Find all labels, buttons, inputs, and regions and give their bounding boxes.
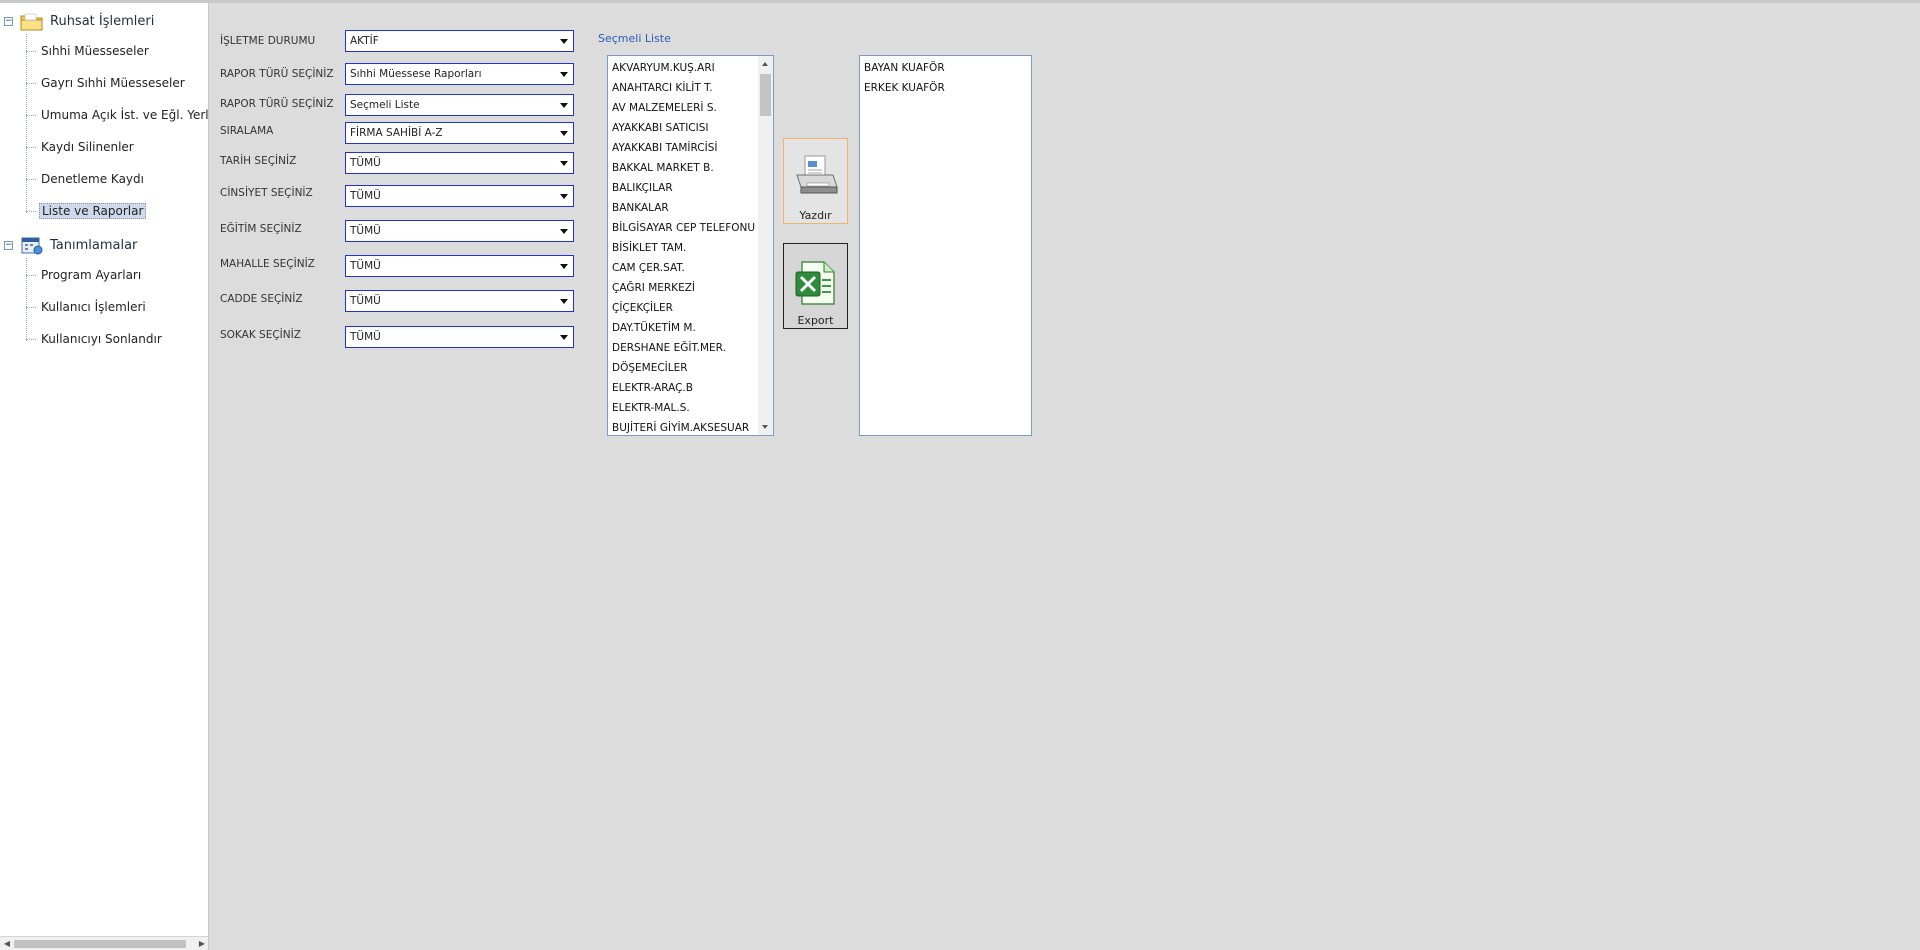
label-isletme-durumu: İŞLETME DURUMU bbox=[220, 35, 316, 47]
calendar-settings-icon bbox=[21, 237, 43, 255]
tree-group-ruhsat[interactable]: − Ruhsat İşlemleri bbox=[0, 9, 208, 35]
printer-icon bbox=[796, 155, 838, 194]
dropdown-arrow-icon[interactable] bbox=[560, 264, 568, 269]
tree-group-label: Tanımlamalar bbox=[50, 238, 138, 253]
tree-item-liste-ve-raporlar[interactable]: Liste ve Raporlar bbox=[26, 201, 208, 221]
list-item[interactable]: DAY.TÜKETİM M. bbox=[608, 318, 773, 338]
dropdown-arrow-icon[interactable] bbox=[560, 335, 568, 340]
dropdown-arrow-icon[interactable] bbox=[560, 39, 568, 44]
selected-items-list[interactable]: BAYAN KUAFÖR ERKEK KUAFÖR bbox=[859, 55, 1032, 436]
list-item[interactable]: AYAKKABI SATICISI bbox=[608, 118, 773, 138]
cinsiyet-select[interactable]: TÜMÜ bbox=[345, 185, 574, 207]
tree-item-kullanici-islemleri[interactable]: Kullanıcı İşlemleri bbox=[26, 297, 208, 317]
list-item[interactable]: BAYAN KUAFÖR bbox=[860, 58, 1031, 78]
tree-group-label: Ruhsat İşlemleri bbox=[50, 14, 155, 29]
list-item[interactable]: BUJİTERİ GİYİM.AKSESUAR bbox=[608, 418, 773, 435]
label-siralama: SIRALAMA bbox=[220, 125, 274, 137]
collapse-toggle[interactable]: − bbox=[4, 17, 13, 26]
scrollbar-thumb[interactable] bbox=[760, 74, 771, 116]
rapor-alt-turu-select[interactable]: Seçmeli Liste bbox=[345, 94, 574, 116]
window-top-border bbox=[0, 0, 1920, 3]
list-item[interactable]: AKVARYUM.KUŞ.ARI bbox=[608, 58, 773, 78]
export-button-label: Export bbox=[797, 314, 834, 327]
cadde-select[interactable]: TÜMÜ bbox=[345, 290, 574, 312]
print-button[interactable]: Yazdır bbox=[783, 138, 848, 224]
label-cadde: CADDE SEÇİNİZ bbox=[220, 293, 303, 305]
list-item[interactable]: BAKKAL MARKET B. bbox=[608, 158, 773, 178]
tree-item-program-ayarlari[interactable]: Program Ayarları bbox=[26, 265, 208, 285]
print-button-label: Yazdır bbox=[799, 209, 832, 222]
list-item[interactable]: BİLGİSAYAR CEP TELEFONU S bbox=[608, 218, 756, 238]
scroll-right-icon[interactable]: ▶ bbox=[196, 938, 208, 950]
label-egitim: EĞİTİM SEÇİNİZ bbox=[220, 223, 302, 235]
mahalle-select[interactable]: TÜMÜ bbox=[345, 255, 574, 277]
tree-item-kaydi-silinenler[interactable]: Kaydı Silinenler bbox=[26, 137, 208, 157]
tree-item-sihhi-muesseseler[interactable]: Sıhhi Müesseseler bbox=[26, 41, 208, 61]
dropdown-arrow-icon[interactable] bbox=[560, 194, 568, 199]
available-items-list[interactable]: AKVARYUM.KUŞ.ARI ANAHTARCI KİLİT T. AV M… bbox=[607, 55, 774, 436]
export-button[interactable]: Export bbox=[783, 243, 848, 329]
siralama-select[interactable]: FİRMA SAHİBİ A-Z bbox=[345, 122, 574, 144]
tree-item-denetleme-kaydi[interactable]: Denetleme Kaydı bbox=[26, 169, 208, 189]
list-vertical-scrollbar[interactable] bbox=[758, 56, 773, 435]
tarih-select[interactable]: TÜMÜ bbox=[345, 152, 574, 174]
list-item[interactable]: ÇAĞRI MERKEZİ bbox=[608, 278, 773, 298]
list-item[interactable]: CAM ÇER.SAT. bbox=[608, 258, 773, 278]
list-item[interactable]: DÖŞEMECİLER bbox=[608, 358, 773, 378]
list-item[interactable]: BİSİKLET TAM. bbox=[608, 238, 773, 258]
dropdown-arrow-icon[interactable] bbox=[560, 161, 568, 166]
isletme-durumu-select[interactable]: AKTİF bbox=[345, 30, 574, 52]
scroll-down-icon[interactable] bbox=[762, 425, 768, 429]
label-tarih: TARİH SEÇİNİZ bbox=[220, 155, 297, 167]
scroll-up-icon[interactable] bbox=[762, 62, 768, 66]
dropdown-arrow-icon[interactable] bbox=[560, 72, 568, 77]
rapor-turu-select[interactable]: Sıhhi Müessese Raporları bbox=[345, 63, 574, 85]
tree-item-umuma-acik[interactable]: Umuma Açık İst. ve Eğl. Yerleri bbox=[26, 105, 208, 125]
navigation-tree: − Ruhsat İşlemleri Sıhhi Müesseseler Gay… bbox=[0, 3, 209, 950]
dropdown-arrow-icon[interactable] bbox=[560, 103, 568, 108]
list-item[interactable]: ÇİÇEKÇİLER bbox=[608, 298, 773, 318]
label-rapor-turu-2: RAPOR TÜRÜ SEÇİNİZ bbox=[220, 98, 334, 110]
egitim-select[interactable]: TÜMÜ bbox=[345, 220, 574, 242]
list-item[interactable]: BANKALAR bbox=[608, 198, 773, 218]
tree-horizontal-scrollbar[interactable]: ◀ ▶ bbox=[0, 936, 208, 950]
tree-group-tanimlamalar[interactable]: − Tanımlamalar bbox=[0, 233, 208, 259]
list-item[interactable]: AV MALZEMELERİ S. bbox=[608, 98, 773, 118]
selection-list-title: Seçmeli Liste bbox=[598, 32, 671, 45]
list-item[interactable]: ANAHTARCI KİLİT T. bbox=[608, 78, 773, 98]
list-item[interactable]: ELEKTR-MAL.S. bbox=[608, 398, 773, 418]
sokak-select[interactable]: TÜMÜ bbox=[345, 326, 574, 348]
list-item[interactable]: ELEKTR-ARAÇ.B bbox=[608, 378, 773, 398]
label-rapor-turu-1: RAPOR TÜRÜ SEÇİNİZ bbox=[220, 68, 334, 80]
scroll-left-icon[interactable]: ◀ bbox=[1, 938, 13, 950]
folder-icon bbox=[20, 13, 43, 31]
dropdown-arrow-icon[interactable] bbox=[560, 229, 568, 234]
dropdown-arrow-icon[interactable] bbox=[560, 299, 568, 304]
tree-item-kullaniciyi-sonlandir[interactable]: Kullanıcıyı Sonlandır bbox=[26, 329, 208, 349]
tree-item-gayri-sihhi-muesseseler[interactable]: Gayrı Sıhhi Müesseseler bbox=[26, 73, 208, 93]
list-item[interactable]: ERKEK KUAFÖR bbox=[860, 78, 1031, 98]
label-mahalle: MAHALLE SEÇİNİZ bbox=[220, 258, 315, 270]
dropdown-arrow-icon[interactable] bbox=[560, 131, 568, 136]
label-sokak: SOKAK SEÇİNİZ bbox=[220, 329, 301, 341]
list-item[interactable]: BALIKÇILAR bbox=[608, 178, 773, 198]
label-cinsiyet: CİNSİYET SEÇİNİZ bbox=[220, 187, 313, 199]
excel-icon bbox=[795, 261, 835, 305]
collapse-toggle[interactable]: − bbox=[4, 241, 13, 250]
scrollbar-thumb[interactable] bbox=[14, 940, 186, 948]
list-item[interactable]: AYAKKABI TAMİRCİSİ bbox=[608, 138, 773, 158]
list-item[interactable]: DERSHANE EĞİT.MER. bbox=[608, 338, 773, 358]
